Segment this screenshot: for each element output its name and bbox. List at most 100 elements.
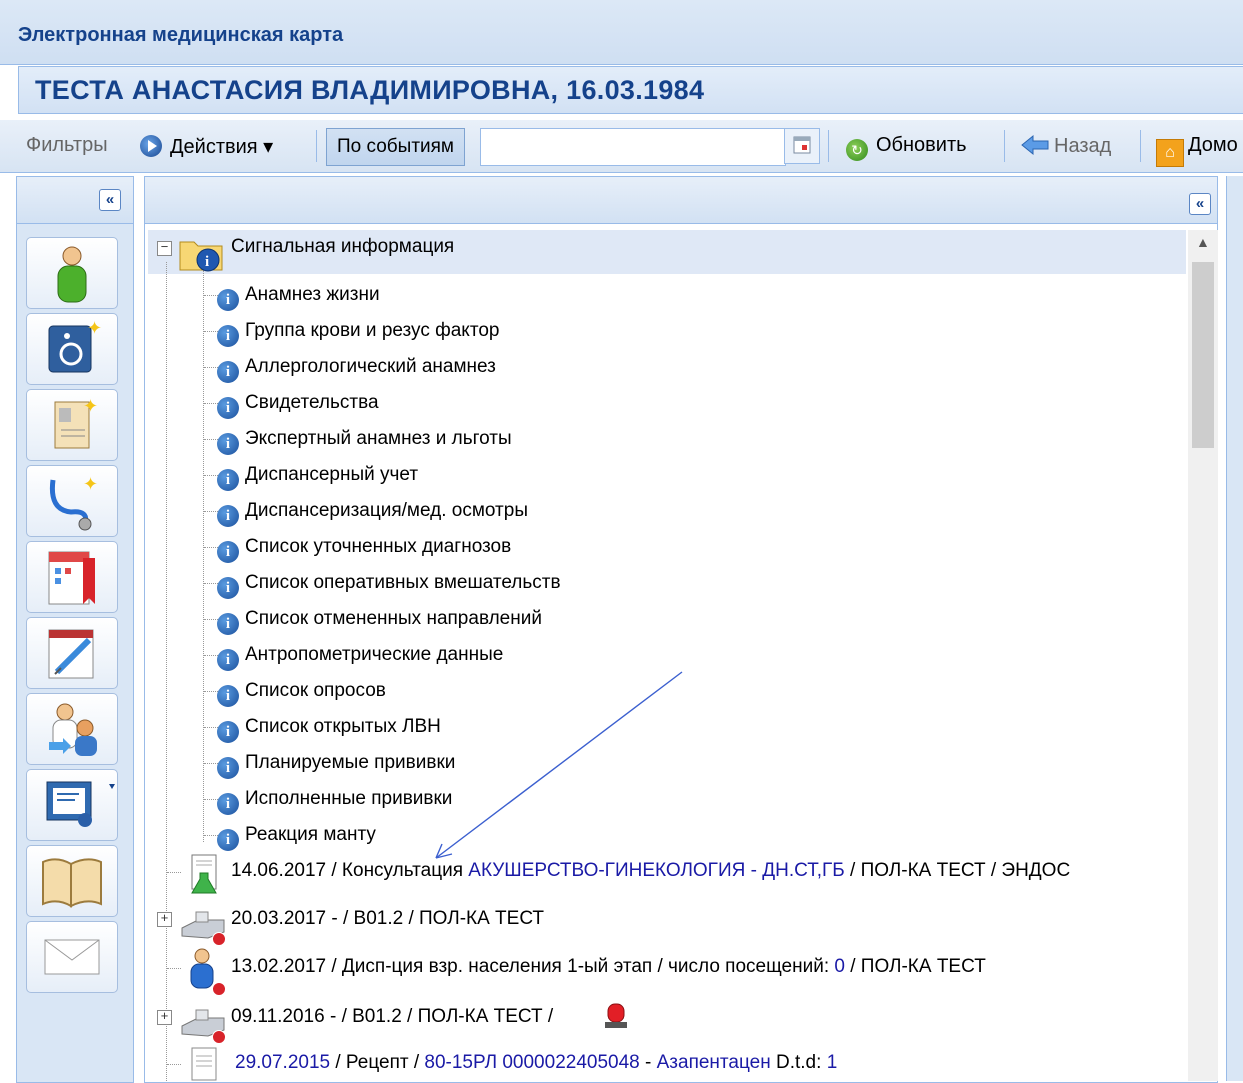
tree-child-item[interactable]: i Диспансерный учет bbox=[217, 464, 418, 491]
refresh-label: Обновить bbox=[876, 134, 967, 156]
patient-icon bbox=[57, 246, 87, 303]
tree-child-item[interactable]: i Исполненные прививки bbox=[217, 788, 452, 815]
certificate-button[interactable] bbox=[26, 769, 118, 841]
tree-child-item[interactable]: i Группа крови и резус фактор bbox=[217, 320, 499, 347]
tree-connector bbox=[204, 511, 218, 512]
info-icon: i bbox=[217, 325, 239, 347]
tree-connector bbox=[167, 968, 181, 969]
left-panel-header: « bbox=[17, 177, 133, 224]
home-icon: ⌂ bbox=[1156, 139, 1184, 167]
tree-child-item[interactable]: i Антропометрические данные bbox=[217, 644, 503, 671]
documents-button[interactable]: ✦ bbox=[26, 389, 118, 461]
info-icon: i bbox=[217, 289, 239, 311]
event-text: / ПОЛ-КА ТЕСТ / ЭНДОС bbox=[844, 860, 1071, 881]
stethoscope-button[interactable]: ✦ bbox=[26, 465, 118, 537]
info-icon: i bbox=[217, 829, 239, 851]
alarm-siren-icon bbox=[605, 1003, 627, 1028]
filters-label[interactable]: Фильтры bbox=[26, 134, 108, 157]
event-text: 09.11.2016 - / В01.2 / ПОЛ-КА ТЕСТ / bbox=[231, 1006, 554, 1027]
book-button[interactable] bbox=[26, 845, 118, 917]
event-row[interactable]: 13.02.2017 / Дисп-ция взр. населения 1-ы… bbox=[231, 956, 986, 978]
tree-child-label: Экспертный анамнез и льготы bbox=[245, 428, 512, 449]
tree-scrollbar[interactable]: ▲ bbox=[1188, 230, 1218, 1081]
doctor-referral-button[interactable] bbox=[26, 693, 118, 765]
tree-child-item[interactable]: i Аллергологический анамнез bbox=[217, 356, 496, 383]
scrollbar-thumb[interactable] bbox=[1192, 262, 1214, 448]
tree-connector bbox=[204, 655, 218, 656]
scroll-up-icon[interactable]: ▲ bbox=[1196, 234, 1210, 250]
event-row[interactable]: 09.11.2016 - / В01.2 / ПОЛ-КА ТЕСТ / bbox=[231, 1006, 553, 1028]
warning-badge-icon bbox=[212, 1030, 226, 1044]
tree-child-label: Аллергологический анамнез bbox=[245, 356, 496, 377]
tree-connector bbox=[204, 547, 218, 548]
warning-badge-icon bbox=[212, 932, 226, 946]
calendar-trigger-icon[interactable] bbox=[784, 128, 820, 164]
toolbar-separator bbox=[1004, 130, 1005, 162]
tree-child-label: Группа крови и резус фактор bbox=[245, 320, 500, 341]
tree-child-item[interactable]: i Свидетельства bbox=[217, 392, 379, 419]
tree-connector bbox=[167, 872, 181, 873]
left-icon-panel: « ✦ ✦ ✦ bbox=[16, 176, 134, 1083]
tree-child-item[interactable]: i Список оперативных вмешательств bbox=[217, 572, 561, 599]
event-row[interactable]: 29.07.2015 / Рецепт / 80-15РЛ 0000022405… bbox=[235, 1052, 837, 1074]
filter-input[interactable] bbox=[480, 128, 786, 166]
tree-connector bbox=[204, 583, 218, 584]
envelope-icon bbox=[44, 939, 100, 975]
disability-button[interactable]: ✦ bbox=[26, 313, 118, 385]
certificate-icon bbox=[46, 781, 115, 827]
tree-child-item[interactable]: i Список отмененных направлений bbox=[217, 608, 542, 635]
event-link[interactable]: 29.07.2015 bbox=[235, 1052, 330, 1073]
event-text: 20.03.2017 - / В01.2 / ПОЛ-КА ТЕСТ bbox=[231, 908, 545, 929]
svg-text:✦: ✦ bbox=[83, 474, 98, 494]
tree-child-item[interactable]: i Список уточненных диагнозов bbox=[217, 536, 511, 563]
disability-icon: ✦ bbox=[48, 318, 102, 373]
event-link[interactable]: 0 bbox=[834, 956, 845, 977]
event-link[interactable]: Азапентацен bbox=[657, 1052, 771, 1073]
actions-label: Действия ▾ bbox=[170, 136, 274, 158]
actions-menu-button[interactable]: Действия ▾ bbox=[140, 134, 273, 159]
toolbar-separator bbox=[316, 130, 317, 162]
tree-child-item[interactable]: i Экспертный анамнез и льготы bbox=[217, 428, 512, 455]
tree-child-item[interactable]: i Список открытых ЛВН bbox=[217, 716, 441, 743]
calendar-bookmark-button[interactable] bbox=[26, 541, 118, 613]
patient-header: ТЕСТА АНАСТАСИЯ ВЛАДИМИРОВНА, 16.03.1984 bbox=[18, 66, 1243, 114]
event-link[interactable]: 80-15РЛ 0000022405048 bbox=[424, 1052, 639, 1073]
book-icon bbox=[42, 858, 102, 908]
tree-child-item[interactable]: i Анамнез жизни bbox=[217, 284, 380, 311]
tree-child-item[interactable]: i Реакция манту bbox=[217, 824, 376, 851]
info-icon: i bbox=[217, 577, 239, 599]
tree-connector bbox=[204, 691, 218, 692]
collapse-tree-panel-button[interactable]: « bbox=[1189, 193, 1211, 215]
tree-child-label: Список уточненных диагнозов bbox=[245, 536, 512, 557]
collapse-left-panel-button[interactable]: « bbox=[99, 189, 121, 211]
folder-info-icon: i bbox=[179, 241, 223, 272]
event-row[interactable]: 20.03.2017 - / В01.2 / ПОЛ-КА ТЕСТ bbox=[231, 908, 544, 930]
patient-name: ТЕСТА АНАСТАСИЯ ВЛАДИМИРОВНА, 16.03.1984 bbox=[35, 75, 705, 105]
by-events-toggle-button[interactable]: По событиям bbox=[326, 128, 465, 166]
refresh-button[interactable]: ↻ Обновить bbox=[846, 134, 967, 161]
home-button[interactable]: ⌂ Домо bbox=[1156, 134, 1238, 167]
tree-child-item[interactable]: i Планируемые прививки bbox=[217, 752, 455, 779]
event-text: 13.02.2017 / Дисп-ция взр. населения 1-ы… bbox=[231, 956, 835, 977]
tree-connector bbox=[204, 439, 218, 440]
tree-child-item[interactable]: i Список опросов bbox=[217, 680, 386, 707]
message-button[interactable] bbox=[26, 921, 118, 993]
event-link[interactable]: 1 bbox=[827, 1052, 838, 1073]
back-button[interactable]: Назад bbox=[1020, 134, 1111, 158]
info-icon: i bbox=[217, 397, 239, 419]
calendar-syringe-icon bbox=[48, 629, 94, 679]
expand-node-toggle[interactable]: + bbox=[157, 1010, 172, 1025]
patient-button[interactable] bbox=[26, 237, 118, 309]
tree-child-item[interactable]: i Диспансеризация/мед. осмотры bbox=[217, 500, 528, 527]
tree-connector bbox=[204, 727, 218, 728]
collapse-node-toggle[interactable]: − bbox=[157, 241, 172, 256]
annotation-arrow bbox=[435, 671, 683, 859]
toolbar-separator bbox=[828, 130, 829, 162]
tree-connector bbox=[204, 619, 218, 620]
info-icon: i bbox=[217, 433, 239, 455]
tree-root-label[interactable]: Сигнальная информация bbox=[231, 236, 454, 258]
tree-connector bbox=[204, 331, 218, 332]
calendar-syringe-button[interactable] bbox=[26, 617, 118, 689]
stethoscope-icon: ✦ bbox=[49, 474, 98, 531]
expand-node-toggle[interactable]: + bbox=[157, 912, 172, 927]
